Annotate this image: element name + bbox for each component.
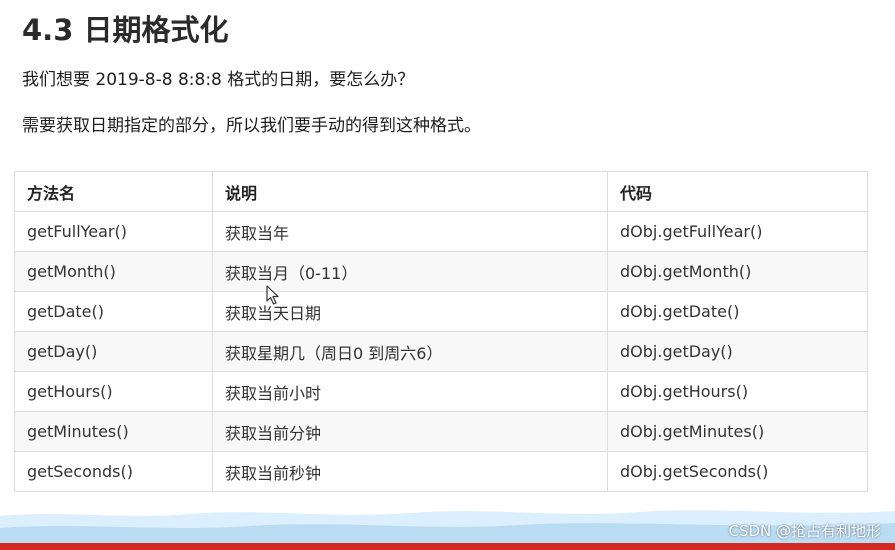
csdn-watermark: CSDN @抢占有利地形 xyxy=(728,522,881,540)
table-header-row: 方法名 说明 代码 xyxy=(14,171,868,212)
method-name-cell: getDate() xyxy=(14,291,213,332)
table-row: getDay() 获取星期几（周日0 到周六6） dObj.getDay() xyxy=(14,331,868,372)
method-name-cell: getDay() xyxy=(14,331,213,372)
code-cell: dObj.getMinutes() xyxy=(607,411,868,452)
section-heading: 4.3 日期格式化 xyxy=(22,13,229,47)
arrow-cursor-icon xyxy=(266,285,279,305)
code-cell: dObj.getDate() xyxy=(607,291,868,332)
method-name-cell: getMonth() xyxy=(14,251,213,292)
code-cell: dObj.getDay() xyxy=(607,331,868,372)
description-cell: 获取星期几（周日0 到周六6） xyxy=(212,331,608,372)
table-row: getMinutes() 获取当前分钟 dObj.getMinutes() xyxy=(14,411,868,452)
footer-red-bar xyxy=(0,543,895,550)
table-row: getHours() 获取当前小时 dObj.getHours() xyxy=(14,371,868,412)
description-cell: 获取当前分钟 xyxy=(212,411,608,452)
method-name-cell: getMinutes() xyxy=(14,411,213,452)
code-cell: dObj.getMonth() xyxy=(607,251,868,292)
method-name-cell: getSeconds() xyxy=(14,451,213,492)
table-row: getSeconds() 获取当前秒钟 dObj.getSeconds() xyxy=(14,451,868,492)
header-code: 代码 xyxy=(607,171,868,212)
description-cell: 获取当前秒钟 xyxy=(212,451,608,492)
table-row: getMonth() 获取当月（0-11） dObj.getMonth() xyxy=(14,251,868,292)
header-method-name: 方法名 xyxy=(14,171,213,212)
explanation-paragraph: 需要获取日期指定的部分，所以我们要手动的得到这种格式。 xyxy=(22,116,481,136)
description-cell: 获取当年 xyxy=(212,211,608,252)
date-methods-table: 方法名 说明 代码 getFullYear() 获取当年 dObj.getFul… xyxy=(14,171,868,492)
method-name-cell: getFullYear() xyxy=(14,211,213,252)
description-cell: 获取当前小时 xyxy=(212,371,608,412)
table-row: getFullYear() 获取当年 dObj.getFullYear() xyxy=(14,211,868,252)
header-description: 说明 xyxy=(212,171,608,212)
code-cell: dObj.getFullYear() xyxy=(607,211,868,252)
code-cell: dObj.getSeconds() xyxy=(607,451,868,492)
table-row: getDate() 获取当天日期 dObj.getDate() xyxy=(14,291,868,332)
code-cell: dObj.getHours() xyxy=(607,371,868,412)
method-name-cell: getHours() xyxy=(14,371,213,412)
question-paragraph: 我们想要 2019-8-8 8:8:8 格式的日期，要怎么办？ xyxy=(22,70,415,90)
